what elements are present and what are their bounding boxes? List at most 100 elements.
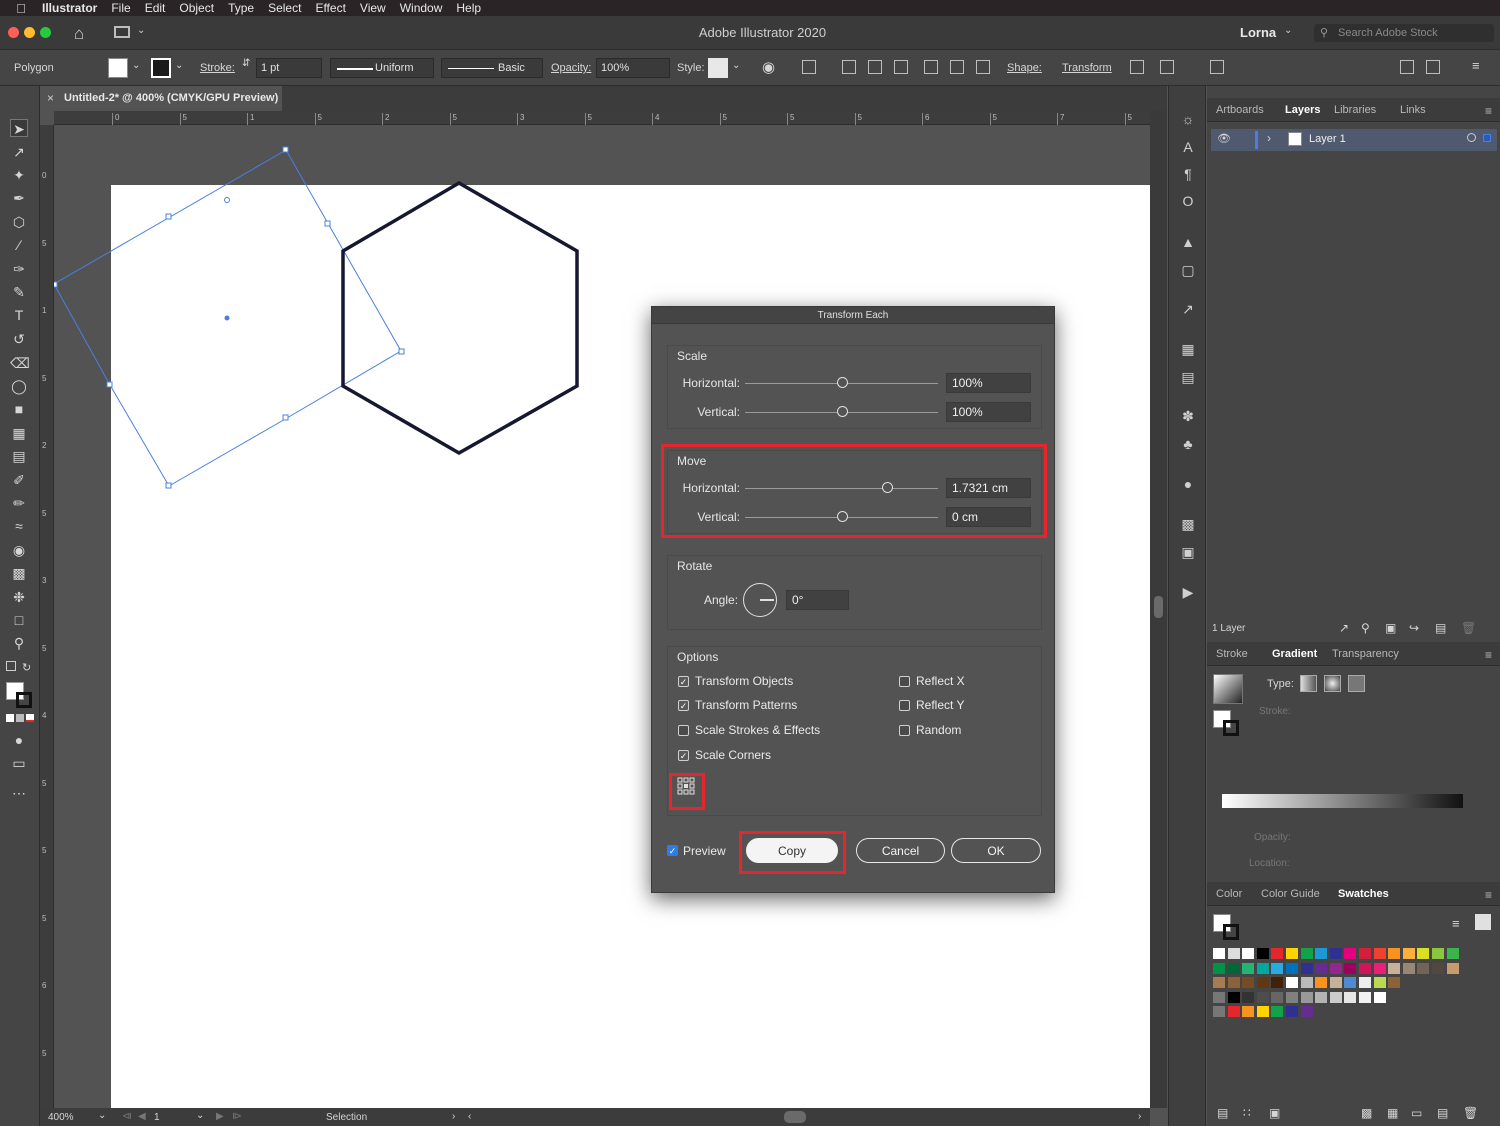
eraser-tool-icon[interactable]: ⌫ <box>10 354 30 372</box>
shape-label[interactable]: Shape: <box>1007 62 1042 74</box>
panel-menu-icon[interactable]: ≡ <box>1485 888 1492 902</box>
export-panel-icon[interactable]: ↗ <box>1179 300 1197 318</box>
scale-vertical-input[interactable]: 100% <box>946 402 1031 422</box>
align-to-icon[interactable] <box>802 60 816 74</box>
puppet-warp-icon[interactable] <box>1210 60 1224 74</box>
stroke-color-swatch[interactable] <box>16 692 32 708</box>
color-swatch[interactable] <box>1402 948 1415 959</box>
color-swatch[interactable] <box>1213 977 1225 989</box>
color-swatch[interactable] <box>1300 977 1313 989</box>
workspace-layout-icon[interactable] <box>114 26 130 38</box>
color-swatch[interactable] <box>1227 948 1240 959</box>
scale-strokes-checkbox[interactable] <box>678 725 689 736</box>
line-tool-icon[interactable]: ∕ <box>10 236 28 254</box>
tab-gradient[interactable]: Gradient <box>1272 648 1317 660</box>
apple-icon[interactable]:  <box>0 1 42 16</box>
gradient-preview[interactable] <box>1213 674 1243 704</box>
menu-help[interactable]: Help <box>456 1 481 15</box>
color-swatch[interactable] <box>1446 962 1459 974</box>
stroke-swatch[interactable] <box>151 58 171 78</box>
color-swatch[interactable] <box>1315 977 1328 989</box>
color-swatch[interactable] <box>1402 962 1415 974</box>
preview-checkbox[interactable]: ✓ <box>667 845 678 856</box>
symbols-panel-icon[interactable]: ♣ <box>1179 435 1197 453</box>
workspace-switcher-icon[interactable] <box>1426 60 1440 74</box>
menu-effect[interactable]: Effect <box>315 1 345 15</box>
color-mode-icons[interactable] <box>6 714 34 724</box>
first-artboard-icon[interactable]: ⧏ <box>122 1111 132 1122</box>
scale-corners-label[interactable]: Scale Corners <box>695 748 771 762</box>
panel-menu-icon[interactable]: ≡ <box>1485 648 1492 662</box>
polygon-tool-icon[interactable]: ⬡ <box>10 213 28 231</box>
locate-object-icon[interactable]: ⚲ <box>1361 621 1370 635</box>
mesh-tool-icon[interactable]: ▩ <box>10 564 28 582</box>
more-tools-icon[interactable]: ⋯ <box>10 784 28 802</box>
shape-builder-tool-icon[interactable]: ◉ <box>10 541 28 559</box>
select-similar-icon[interactable] <box>1160 60 1174 74</box>
lasso-tool-icon[interactable]: ◯ <box>10 377 28 395</box>
swatch-kinds-icon[interactable]: ∷ <box>1243 1106 1251 1120</box>
document-tab[interactable]: × Untitled-2* @ 400% (CMYK/GPU Preview) <box>40 86 282 111</box>
scroll-left-icon[interactable]: ‹ <box>468 1111 471 1122</box>
ok-button[interactable]: OK <box>951 838 1041 863</box>
color-swatch[interactable] <box>1271 977 1284 989</box>
color-swatch[interactable] <box>1213 948 1225 959</box>
align-panel-icon[interactable]: ▤ <box>1179 368 1197 386</box>
color-swatch[interactable] <box>1344 948 1357 959</box>
opacity-label[interactable]: Opacity: <box>551 62 591 74</box>
opentype-panel-icon[interactable]: O <box>1179 192 1197 210</box>
selection-indicator[interactable] <box>1483 134 1491 142</box>
visibility-eye-icon[interactable]: 👁 <box>1217 132 1231 145</box>
tab-transparency[interactable]: Transparency <box>1332 648 1399 660</box>
color-swatch[interactable] <box>1315 962 1328 974</box>
app-menu[interactable]: Illustrator <box>42 1 97 15</box>
color-swatch[interactable] <box>1432 948 1444 959</box>
control-bar-menu-icon[interactable]: ≡ <box>1472 58 1480 73</box>
anchor-point[interactable] <box>282 414 289 421</box>
align-middle-icon[interactable] <box>950 60 964 74</box>
preview-hexagon[interactable] <box>341 180 579 456</box>
previous-artboard-icon[interactable]: ◀ <box>138 1111 146 1122</box>
color-swatch[interactable] <box>1227 962 1240 974</box>
shaper-tool-icon[interactable]: ✎ <box>10 283 28 301</box>
scale-horizontal-input[interactable]: 100% <box>946 373 1031 393</box>
swap-colors-icon[interactable]: ↻ <box>22 661 31 674</box>
color-group-icon[interactable]: ▩ <box>1361 1106 1372 1120</box>
perspective-tool-icon[interactable]: ▦ <box>10 424 28 442</box>
transform-panel-icon[interactable]: ▦ <box>1179 340 1197 358</box>
color-swatch[interactable] <box>1359 948 1371 959</box>
vertical-ruler[interactable]: 0 5 1 5 2 5 3 5 4 5 5 5 6 5 <box>40 125 54 1108</box>
expand-arrow-icon[interactable]: › <box>1267 131 1271 145</box>
color-swatch[interactable] <box>1344 977 1357 989</box>
character-styles-icon[interactable]: ▲ <box>1179 233 1197 251</box>
random-label[interactable]: Random <box>916 723 961 737</box>
opacity-field[interactable]: 100% <box>596 58 670 78</box>
freeform-gradient-icon[interactable] <box>1348 675 1365 692</box>
menu-file[interactable]: File <box>111 1 130 15</box>
transform-patterns-label[interactable]: Transform Patterns <box>695 698 797 712</box>
stepper-icon[interactable]: ⇵ <box>242 58 250 69</box>
anchor-point[interactable] <box>54 281 58 288</box>
gradient-tool-icon[interactable]: ■ <box>10 400 28 418</box>
type-tool-icon[interactable]: T <box>10 306 28 324</box>
chevron-down-icon[interactable]: ⌄ <box>1284 25 1292 36</box>
color-swatch[interactable] <box>1227 977 1240 989</box>
align-center-icon[interactable] <box>868 60 882 74</box>
tab-color[interactable]: Color <box>1216 888 1242 900</box>
color-swatch[interactable] <box>1286 991 1298 1003</box>
tab-swatches[interactable]: Swatches <box>1338 888 1389 900</box>
swatch-libraries-icon[interactable]: ▤ <box>1217 1106 1228 1120</box>
angle-dial[interactable] <box>743 583 777 617</box>
tab-artboards[interactable]: Artboards <box>1216 104 1264 116</box>
color-swatch[interactable] <box>1329 962 1342 974</box>
none-icon[interactable] <box>26 714 34 722</box>
gradient-stroke-swatch[interactable] <box>1223 720 1239 736</box>
new-swatch-icon[interactable]: ▤ <box>1437 1106 1448 1120</box>
screen-mode-icon[interactable]: ▭ <box>10 754 28 772</box>
recolor-artwork-icon[interactable]: ◉ <box>762 58 775 76</box>
color-swatch[interactable] <box>1271 962 1284 974</box>
transform-objects-checkbox[interactable]: ✓ <box>678 676 689 687</box>
gradient-slider[interactable] <box>1222 794 1463 808</box>
isolate-icon[interactable] <box>1130 60 1144 74</box>
variable-width-profile[interactable]: Uniform <box>330 58 434 78</box>
